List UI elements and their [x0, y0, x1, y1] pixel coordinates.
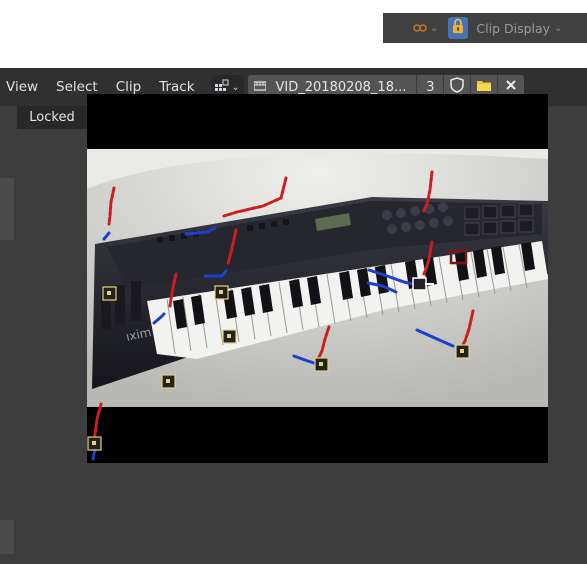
- track-path-before: [422, 240, 434, 276]
- track-path-before: [460, 309, 475, 348]
- lock-selection-button[interactable]: [448, 17, 469, 39]
- track-path-before: [92, 402, 103, 443]
- clip-display-dropdown[interactable]: Clip Display ⌄: [476, 21, 562, 36]
- track-path-before: [222, 176, 288, 218]
- menu-clip[interactable]: Clip: [107, 79, 151, 95]
- track-path-after: [203, 269, 228, 278]
- close-icon: [505, 79, 517, 95]
- overlay-icon[interactable]: [413, 21, 427, 35]
- track-path-before: [168, 272, 178, 308]
- track-path-after: [184, 226, 217, 236]
- selected-track-marker[interactable]: [412, 277, 427, 291]
- track-path-after: [415, 328, 455, 348]
- menu-view[interactable]: View: [0, 79, 47, 95]
- toolbar-tab[interactable]: [0, 178, 14, 240]
- clip-display-header: ⌄ Clip Display ⌄: [383, 13, 587, 43]
- lock-icon: [452, 18, 464, 38]
- locked-indicator: Locked: [17, 106, 87, 129]
- chevron-down-icon: ⌄: [554, 22, 563, 34]
- sidebar-tab[interactable]: [0, 520, 14, 554]
- chevron-down-icon[interactable]: ⌄: [430, 23, 438, 34]
- track-path-before: [226, 228, 238, 266]
- menu-track[interactable]: Track: [150, 79, 203, 95]
- track-path-before: [421, 170, 434, 214]
- track-path-before: [317, 325, 331, 359]
- chevron-down-icon: ⌄: [231, 81, 240, 93]
- track-path-after: [102, 231, 111, 241]
- clip-display-label: Clip Display: [476, 20, 551, 36]
- track-path-after: [91, 448, 97, 461]
- track-path-after: [292, 354, 316, 365]
- search-area-box[interactable]: [449, 249, 468, 265]
- movie-clip-icon: [248, 80, 267, 95]
- clip-name: VID_20180208_18...: [275, 79, 407, 95]
- tracking-overlay: [87, 170, 475, 461]
- track-path-before: [107, 186, 116, 226]
- track-path-after: [367, 268, 415, 286]
- clip-viewport[interactable]: ıxim: [87, 94, 548, 463]
- track-path-after: [366, 281, 398, 294]
- track-path-after: [152, 312, 166, 325]
- menu-select[interactable]: Select: [47, 79, 107, 95]
- folder-icon: [476, 79, 492, 96]
